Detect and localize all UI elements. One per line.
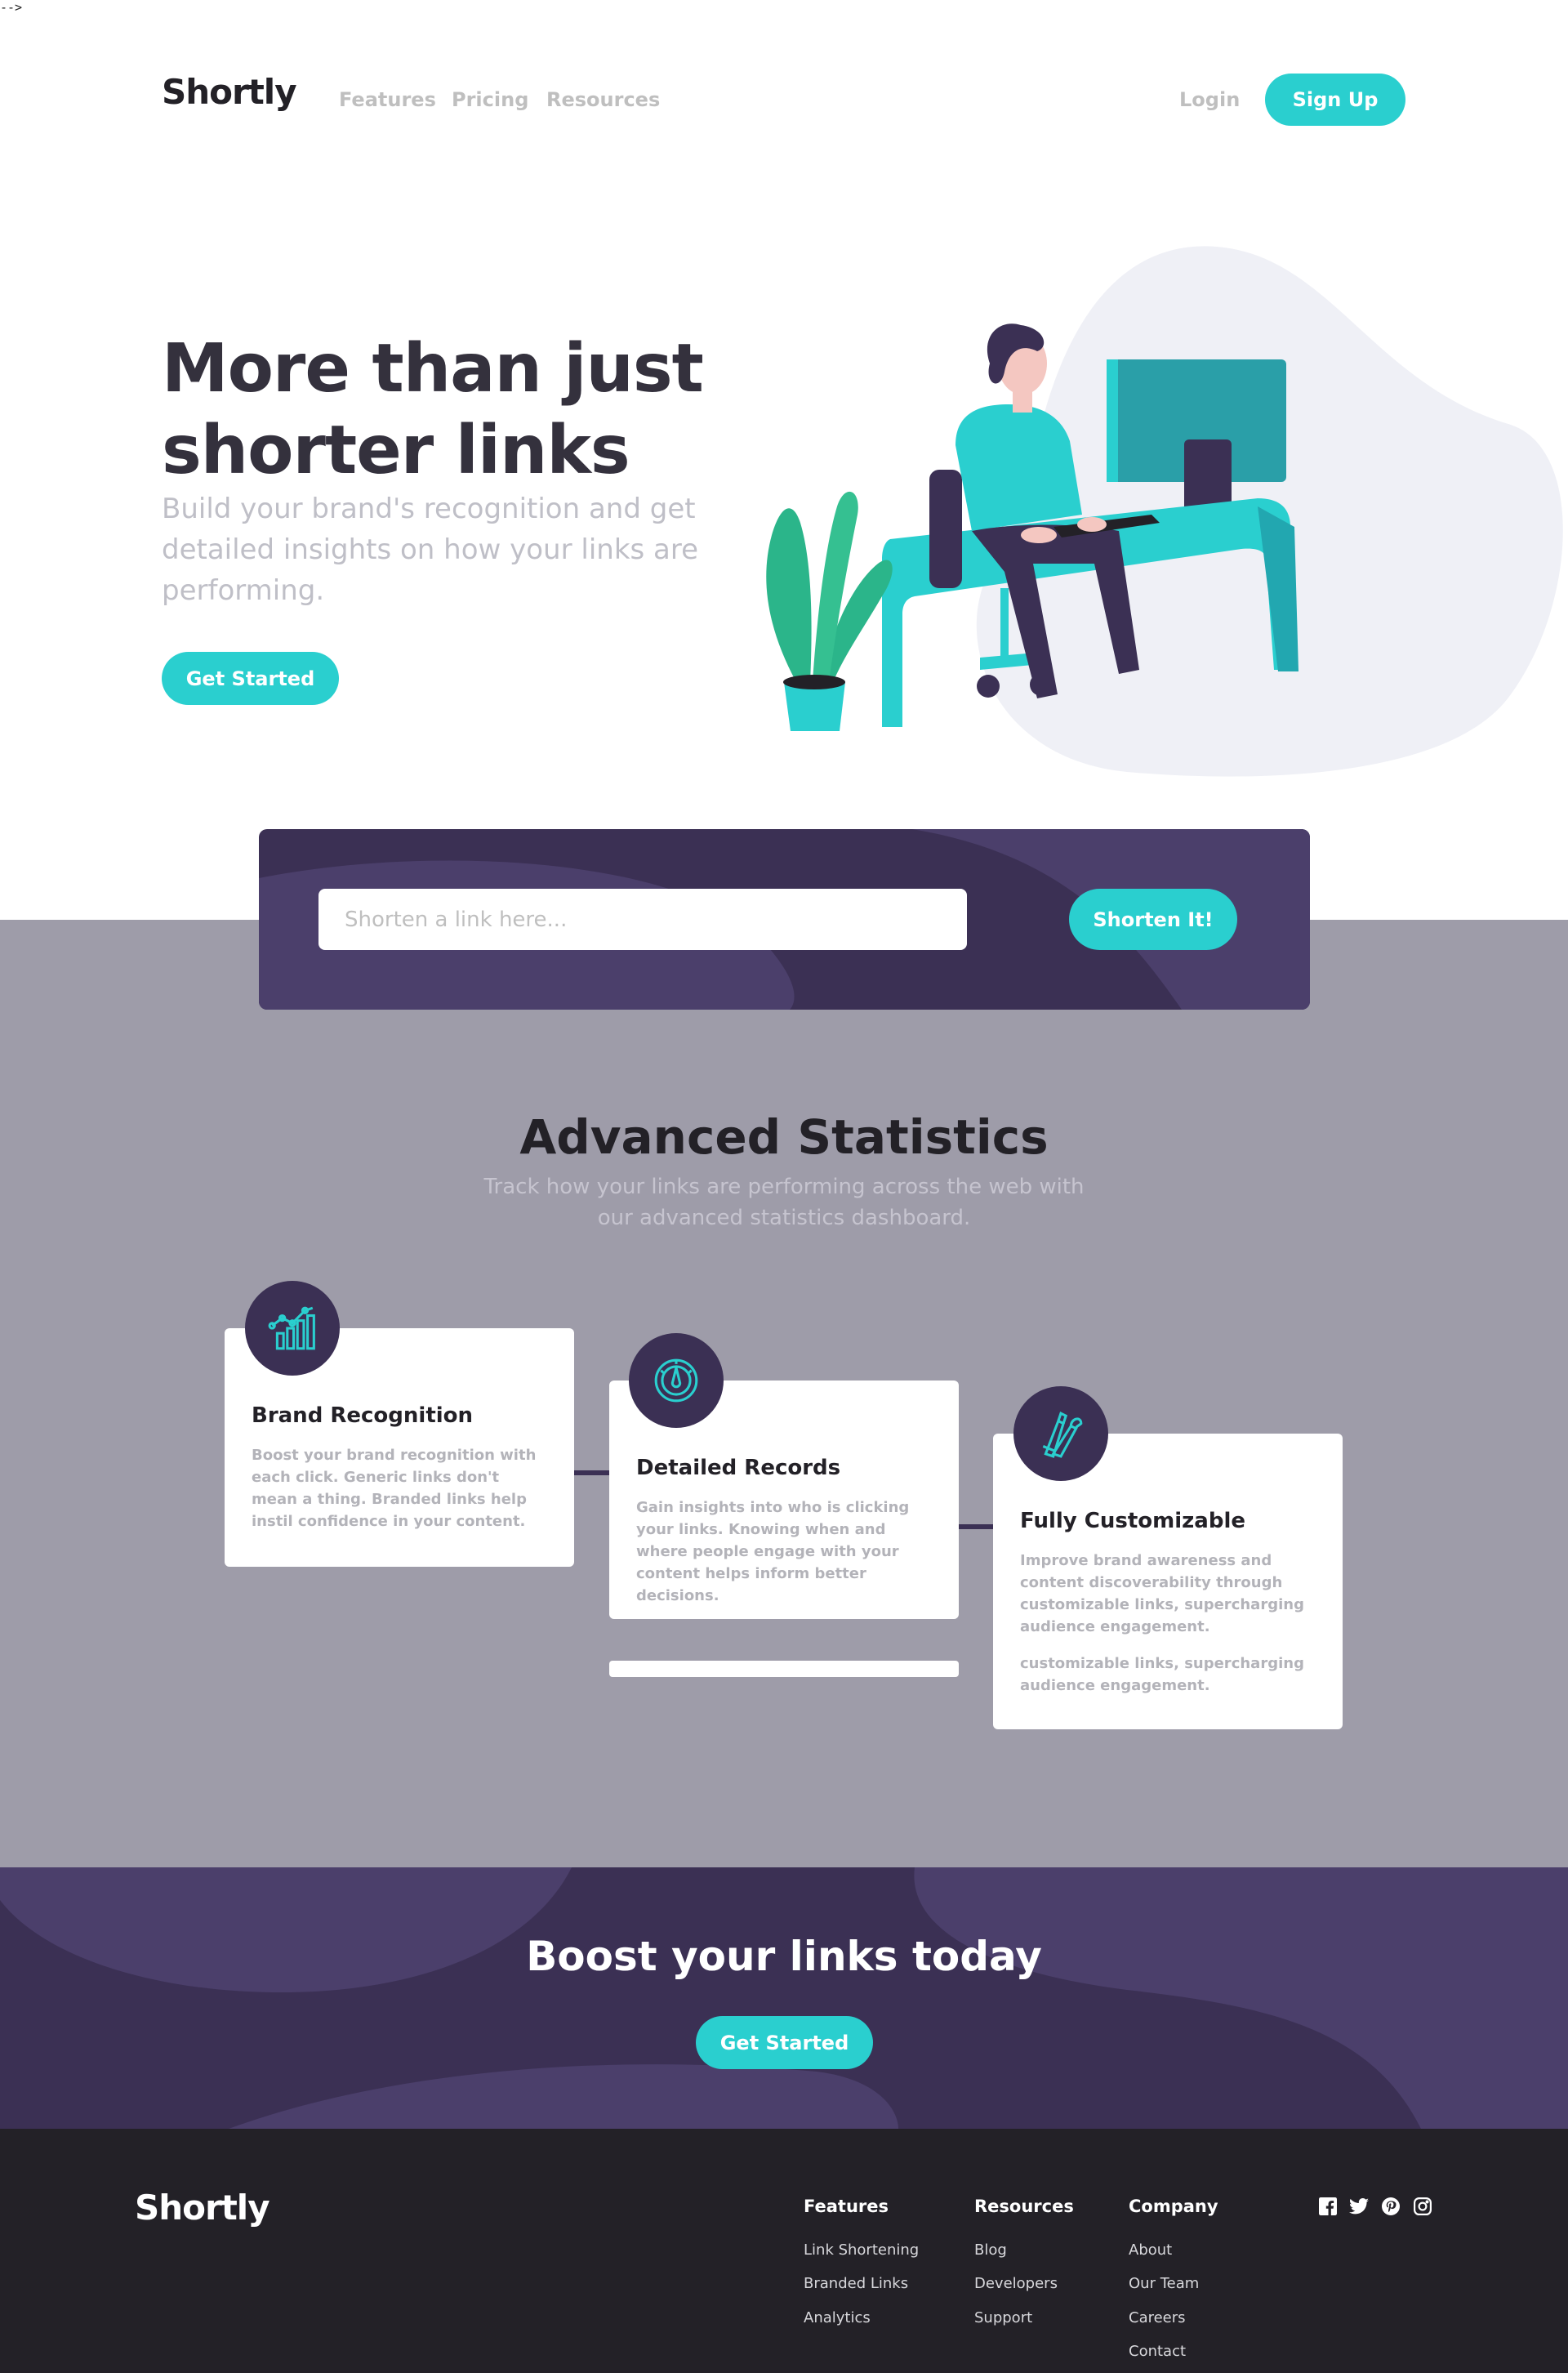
footer-column-title-features: Features [804,2197,889,2216]
footer-link-blog[interactable]: Blog [974,2241,1007,2259]
fully-customizable-icon [1013,1386,1108,1481]
card-title: Detailed Records [636,1456,841,1480]
footer-link-analytics[interactable]: Analytics [804,2309,871,2326]
nav-link-features[interactable]: Features [339,88,436,111]
footer-link-contact[interactable]: Contact [1129,2343,1186,2360]
nav-link-resources[interactable]: Resources [546,88,660,111]
card-title: Fully Customizable [1020,1509,1245,1533]
footer-link-our-team[interactable]: Our Team [1129,2275,1199,2292]
footer-link-support[interactable]: Support [974,2309,1032,2326]
twitter-icon[interactable] [1348,2196,1370,2217]
hero-illustration [766,246,1563,777]
card-connector [958,1524,994,1529]
footer-column-title-resources: Resources [974,2197,1074,2216]
shorten-it-button[interactable]: Shorten It! [1069,889,1237,950]
detailed-records-icon [629,1333,724,1428]
footer: Shortly Features Link Shortening Branded… [0,2129,1568,2373]
boost-background-pattern [0,1867,1568,2129]
card-title: Brand Recognition [252,1403,474,1428]
footer-link-about[interactable]: About [1129,2241,1172,2259]
login-link[interactable]: Login [1179,88,1240,111]
footer-logo[interactable]: Shortly [135,2188,270,2228]
card-text: Boost your brand recognition with each c… [252,1447,537,1530]
shorten-link-input[interactable]: Shorten a link here... [318,889,967,950]
stray-comment-text: --> [0,0,23,15]
boost-get-started-button[interactable]: Get Started [696,2016,873,2069]
footer-column-title-company: Company [1129,2197,1218,2216]
shorten-form: Shorten a link here... Shorten It! [259,829,1310,1010]
instagram-icon[interactable] [1412,2196,1433,2217]
card-text: Improve brand awareness and content disc… [1020,1552,1304,1635]
card-remnant [609,1661,959,1677]
pinterest-icon[interactable] [1380,2196,1401,2217]
brand-recognition-icon [245,1281,340,1376]
footer-link-careers[interactable]: Careers [1129,2309,1186,2326]
hero-text: Build your brand's recognition and get d… [162,493,699,607]
hero-title: More than just shorter links [162,330,704,489]
nav-link-pricing[interactable]: Pricing [452,88,528,111]
footer-link-developers[interactable]: Developers [974,2275,1058,2292]
card-connector [574,1470,610,1475]
statistics-title: Advanced Statistics [519,1109,1049,1165]
card-text: Gain insights into who is clicking your … [636,1499,910,1604]
boost-title: Boost your links today [526,1933,1042,1980]
boost-section: Boost your links today Get Started [0,1867,1568,2129]
sign-up-button[interactable]: Sign Up [1265,74,1405,126]
footer-link-branded-links[interactable]: Branded Links [804,2275,908,2292]
logo[interactable]: Shortly [162,72,297,112]
card-text-overflow: customizable links, supercharging audien… [1020,1655,1304,1694]
statistics-subtitle: Track how your links are performing acro… [483,1175,1085,1230]
facebook-icon[interactable] [1317,2196,1339,2217]
footer-link-link-shortening[interactable]: Link Shortening [804,2241,919,2259]
hero-get-started-button[interactable]: Get Started [162,652,339,705]
